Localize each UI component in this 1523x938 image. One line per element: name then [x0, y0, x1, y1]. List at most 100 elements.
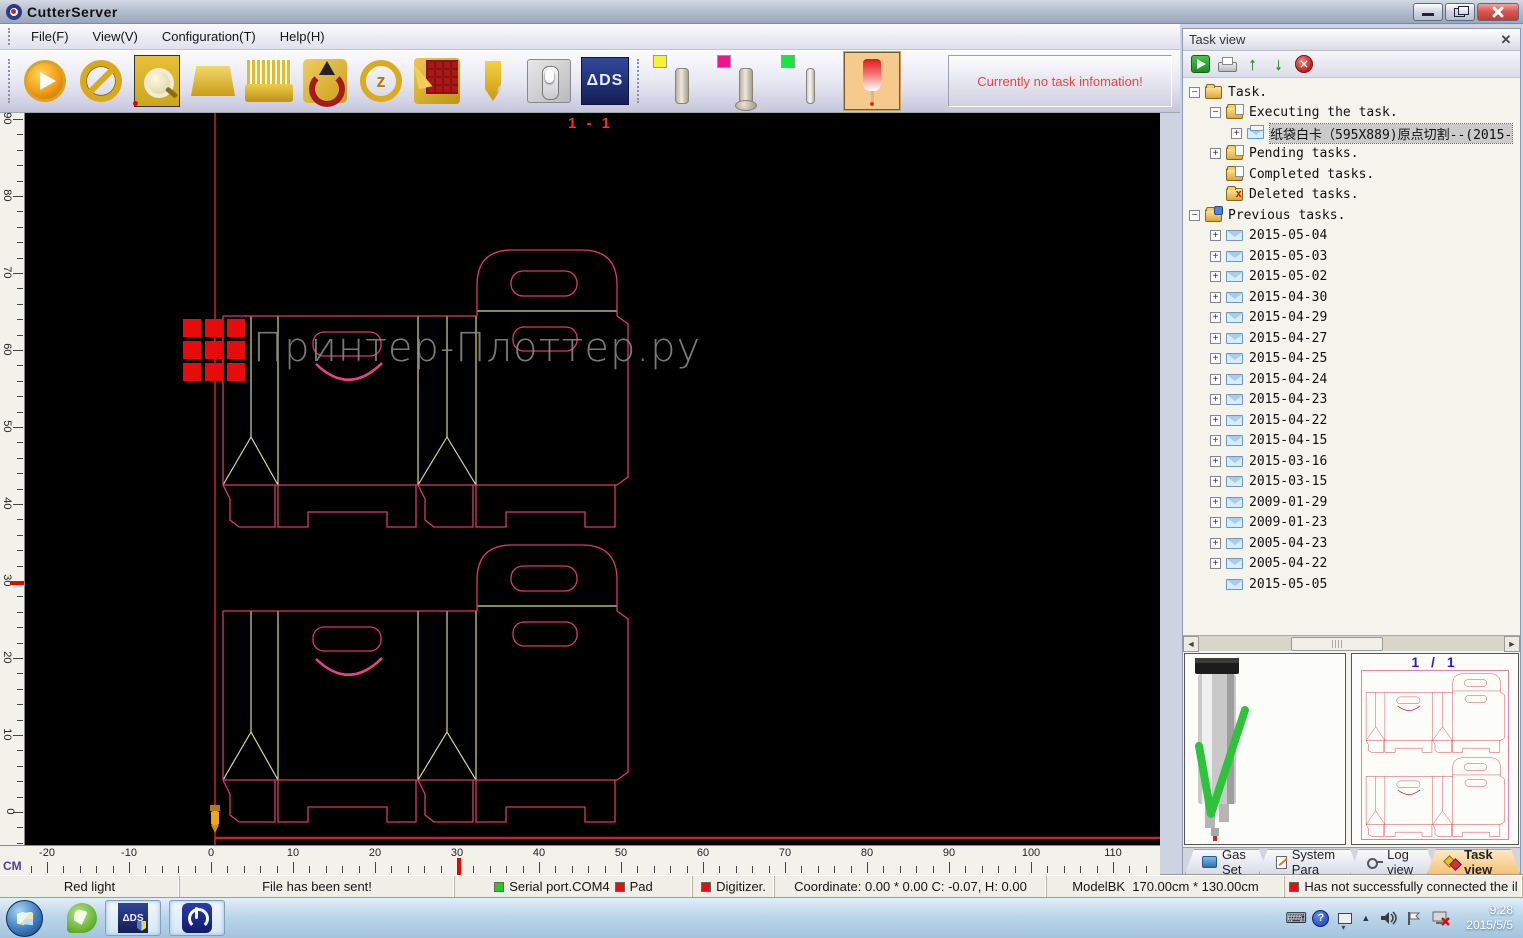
tree-expander[interactable]: +	[1210, 476, 1221, 487]
tree-item[interactable]: −Executing the task.	[1183, 103, 1520, 124]
delete-task-button[interactable]: ✕	[1295, 55, 1313, 73]
tree-expander[interactable]: +	[1210, 497, 1221, 508]
show-hidden-icons[interactable]: ▲	[1361, 913, 1370, 923]
tree-expander[interactable]: +	[1210, 374, 1221, 385]
tree-item[interactable]: +2015-03-15	[1183, 472, 1520, 493]
dieline-drawing	[25, 113, 1160, 845]
tree-item[interactable]: −Previous tasks.	[1183, 205, 1520, 226]
tree-expander[interactable]: +	[1210, 353, 1221, 364]
tree-item[interactable]: +2009-01-23	[1183, 513, 1520, 534]
tree-expander[interactable]: +	[1210, 230, 1221, 241]
tree-expander[interactable]: +	[1210, 558, 1221, 569]
help-icon[interactable]: ?	[1312, 910, 1329, 927]
menu-file[interactable]: File(F)	[21, 27, 79, 46]
tree-item[interactable]: +2015-04-30	[1183, 287, 1520, 308]
tree-item[interactable]: +纸袋白卡（595X889)原点切割--(2015-	[1183, 123, 1520, 144]
tree-item[interactable]: +2015-04-25	[1183, 349, 1520, 370]
tree-expander[interactable]: +	[1210, 251, 1221, 262]
minimize-button[interactable]	[1413, 3, 1443, 21]
close-button[interactable]	[1477, 3, 1519, 21]
zoom-button[interactable]	[133, 54, 181, 108]
tab-task-view[interactable]: Task view	[1427, 849, 1520, 874]
tree-item[interactable]: +Pending tasks.	[1183, 144, 1520, 165]
tree-item[interactable]: +2015-04-27	[1183, 328, 1520, 349]
tree-item[interactable]: +2015-05-02	[1183, 267, 1520, 288]
window-tray-icon[interactable]	[1338, 913, 1352, 924]
scroll-thumb[interactable]	[1291, 637, 1383, 651]
tree-expander[interactable]: +	[1210, 435, 1221, 446]
tree-item[interactable]: +2009-01-29	[1183, 492, 1520, 513]
tree-item[interactable]: Completed tasks.	[1183, 164, 1520, 185]
tree-expander[interactable]: +	[1210, 292, 1221, 303]
tree-expander[interactable]: +	[1231, 128, 1242, 139]
tree-h-scrollbar[interactable]: ◄ ►	[1183, 635, 1520, 651]
tree-item[interactable]: +2015-04-24	[1183, 369, 1520, 390]
tree-expander[interactable]: −	[1210, 107, 1221, 118]
tree-expander[interactable]: +	[1210, 312, 1221, 323]
grid-move-button[interactable]	[413, 54, 461, 108]
move-down-button[interactable]: ↓	[1269, 55, 1288, 73]
tree-item[interactable]: +2005-04-22	[1183, 554, 1520, 575]
tree-item[interactable]: +2015-04-22	[1183, 410, 1520, 431]
tree-expander[interactable]: +	[1210, 538, 1221, 549]
ads-app-button[interactable]: ΔDS	[105, 900, 161, 936]
comb-button[interactable]	[245, 54, 293, 108]
tree-item[interactable]: +2015-03-16	[1183, 451, 1520, 472]
scroll-left-icon[interactable]: ◄	[1183, 636, 1199, 652]
menu-help[interactable]: Help(H)	[270, 27, 335, 46]
start-button[interactable]	[6, 900, 43, 937]
cutting-canvas[interactable]: 1 - 1 Принтер-Плоттер.ру	[25, 113, 1160, 845]
print-task-button[interactable]	[1217, 55, 1236, 73]
panel-switch-button[interactable]	[525, 54, 573, 108]
tree-item[interactable]: +2015-04-29	[1183, 308, 1520, 329]
comb-icon	[247, 60, 291, 102]
tree-item[interactable]: +2015-04-15	[1183, 431, 1520, 452]
network-error-icon[interactable]	[1431, 910, 1451, 927]
tree-item[interactable]: −Task.	[1183, 82, 1520, 103]
tree-expander[interactable]: −	[1189, 87, 1200, 98]
menu-view[interactable]: View(V)	[83, 27, 148, 46]
move-origin-button[interactable]	[301, 54, 349, 108]
tree-expander[interactable]: +	[1210, 456, 1221, 467]
tree-item[interactable]: 2015-05-05	[1183, 574, 1520, 595]
tree-expander[interactable]: +	[1210, 271, 1221, 282]
coreldraw-app-icon[interactable]	[67, 900, 97, 936]
pen-tool-button[interactable]	[469, 54, 517, 108]
tree-item[interactable]: +2005-04-23	[1183, 533, 1520, 554]
tab-log-view[interactable]: Log view	[1350, 849, 1436, 874]
tree-expander[interactable]: +	[1210, 517, 1221, 528]
active-tool-button[interactable]	[844, 52, 900, 110]
stop-button[interactable]	[77, 54, 125, 108]
tree-expander[interactable]: −	[1189, 210, 1200, 221]
tab-system-para[interactable]: System Para	[1259, 849, 1359, 874]
tool-status-magenta[interactable]	[715, 54, 769, 108]
clock[interactable]: 9:28 2015/5/5	[1466, 903, 1513, 933]
move-up-button[interactable]: ↑	[1243, 55, 1262, 73]
rotate-z-button[interactable]: z	[357, 54, 405, 108]
ads-button[interactable]: ΔDS	[581, 54, 629, 108]
run-task-button[interactable]	[1191, 55, 1210, 73]
restore-button[interactable]	[1445, 3, 1475, 21]
tool-status-green[interactable]	[779, 54, 833, 108]
scroll-right-icon[interactable]: ►	[1504, 636, 1520, 652]
plotter-bed-button[interactable]	[189, 54, 237, 108]
tree-item[interactable]: +2015-05-03	[1183, 246, 1520, 267]
tree-item[interactable]: +2015-05-04	[1183, 226, 1520, 247]
tree-expander[interactable]: +	[1210, 148, 1221, 159]
flag-icon[interactable]	[1406, 910, 1422, 926]
stop-icon	[80, 60, 122, 102]
clock-date: 2015/5/5	[1466, 918, 1513, 932]
keyboard-icon[interactable]: ⌨	[1285, 909, 1303, 927]
tree-expander[interactable]: +	[1210, 415, 1221, 426]
cutterserver-app-button[interactable]	[169, 900, 225, 936]
panel-close-icon[interactable]: ✕	[1498, 32, 1514, 48]
tool-status-yellow[interactable]	[651, 54, 705, 108]
tab-gas-set[interactable]: Gas Set	[1185, 849, 1268, 874]
tree-item[interactable]: +2015-04-23	[1183, 390, 1520, 411]
tree-expander[interactable]: +	[1210, 333, 1221, 344]
play-button[interactable]	[21, 54, 69, 108]
tree-expander[interactable]: +	[1210, 394, 1221, 405]
tree-item[interactable]: Deleted tasks.	[1183, 185, 1520, 206]
menu-configuration[interactable]: Configuration(T)	[152, 27, 266, 46]
volume-icon[interactable]	[1379, 910, 1397, 926]
